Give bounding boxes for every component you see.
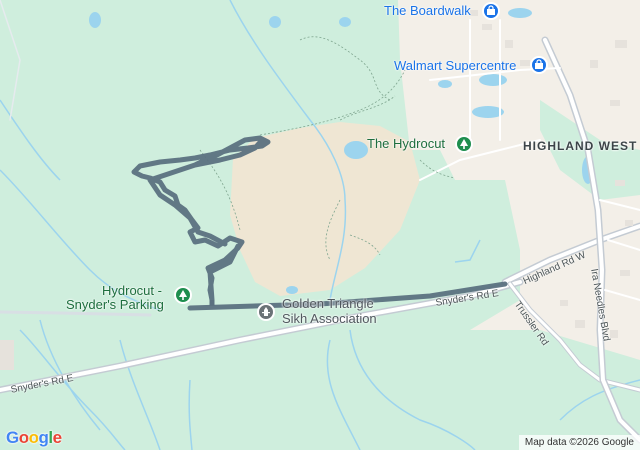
pond [438, 80, 452, 88]
logo-letter: G [6, 428, 19, 447]
logo-letter: e [52, 428, 62, 447]
place-of-worship-icon[interactable] [257, 303, 275, 321]
logo-letter: g [38, 428, 49, 447]
tree-icon[interactable] [455, 135, 473, 153]
pond [269, 16, 281, 28]
shopping-bag-icon[interactable] [530, 56, 548, 74]
pond [89, 12, 101, 28]
place-label-boardwalk[interactable]: The Boardwalk [384, 4, 471, 18]
pond [479, 74, 507, 86]
pond [286, 286, 298, 294]
place-label-parking-line2[interactable]: Snyder's Parking [66, 298, 164, 312]
pond [339, 17, 351, 27]
hydrocut-pond [344, 141, 368, 159]
place-label-sikh-line2[interactable]: Sikh Association [282, 312, 377, 326]
pond [508, 8, 532, 18]
place-label-walmart[interactable]: Walmart Supercentre [394, 59, 516, 73]
shopping-bag-icon[interactable] [482, 2, 500, 20]
neighbourhood-label: HIGHLAND WEST [523, 139, 638, 153]
google-logo[interactable]: Google [6, 428, 62, 448]
map-canvas[interactable]: The Boardwalk Walmart Supercentre The Hy… [0, 0, 640, 450]
place-label-parking-line1[interactable]: Hydrocut - [102, 284, 162, 298]
logo-letter: o [18, 428, 29, 447]
place-label-sikh-line1[interactable]: Golden Triangle [282, 297, 374, 311]
tree-icon[interactable] [174, 286, 192, 304]
logo-letter: o [28, 428, 39, 447]
map-attribution[interactable]: Map data ©2026 Google [518, 435, 640, 450]
place-label-hydrocut[interactable]: The Hydrocut [367, 137, 445, 151]
